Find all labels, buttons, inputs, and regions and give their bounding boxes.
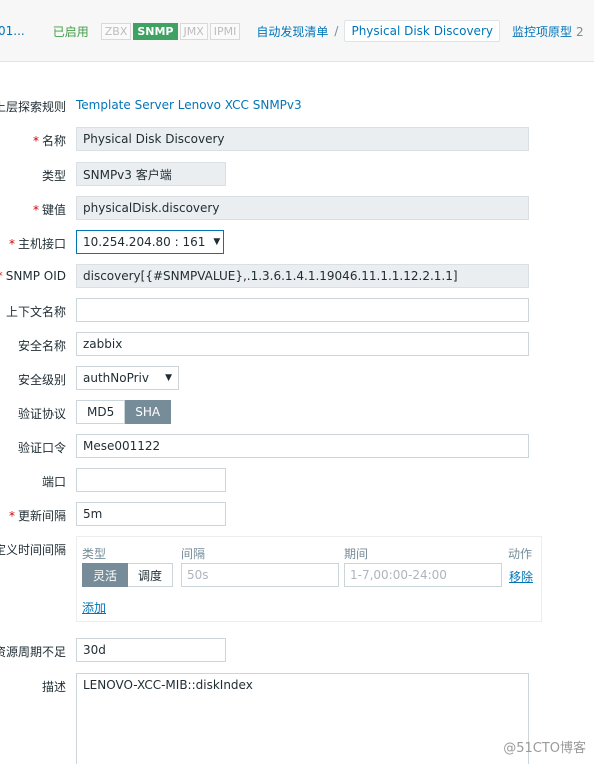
- type-field[interactable]: SNMPv3 客户端: [76, 162, 226, 186]
- port-input[interactable]: [76, 468, 226, 492]
- item-prototypes-label: 监控项原型: [511, 24, 572, 39]
- required-marker: *: [32, 134, 39, 148]
- name-label: * 名称: [33, 132, 66, 149]
- update-interval-label: * 更新间隔: [9, 507, 66, 524]
- security-name-input[interactable]: zabbix: [76, 332, 529, 356]
- context-name-label: 上下文名称: [5, 305, 66, 319]
- row-auth-protocol: 验证协议 MD5 SHA: [0, 400, 594, 426]
- snmp-oid-label: *SNMP OID: [0, 269, 66, 283]
- parent-rule-link[interactable]: Template Server Lenovo XCC SNMPv3: [76, 98, 302, 112]
- key-field[interactable]: physicalDisk.discovery: [76, 196, 529, 220]
- auth-passphrase-label: 验证口令: [17, 441, 66, 455]
- row-snmp-oid: *SNMP OID discovery[{#SNMPVALUE},.1.3.6.…: [0, 264, 594, 290]
- auth-protocol-radio-group: MD5 SHA: [76, 400, 172, 424]
- tag-zbx: ZBX: [100, 22, 132, 40]
- row-type: 类型 SNMPv3 客户端: [0, 162, 594, 188]
- item-prototypes-count: 2: [576, 24, 584, 39]
- header-type: 类型: [82, 547, 107, 561]
- update-interval-input[interactable]: 5m: [76, 502, 226, 526]
- row-context-name: 上下文名称: [0, 298, 594, 324]
- host-link[interactable]: 01...: [0, 24, 25, 38]
- status-enabled-link[interactable]: 已启用: [53, 23, 89, 40]
- description-label: 描述: [41, 680, 66, 694]
- port-label: 端口: [41, 475, 66, 489]
- auth-protocol-sha[interactable]: SHA: [125, 400, 172, 424]
- keep-lost-label: 资源周期不足: [0, 645, 66, 659]
- watermark: @51CTO博客: [503, 741, 586, 756]
- type-label: 类型: [41, 169, 66, 183]
- header-period: 期间: [344, 547, 369, 561]
- key-label-text: 键值: [41, 203, 66, 217]
- key-label: * 键值: [33, 201, 66, 218]
- tag-snmp: SNMP: [133, 22, 178, 40]
- breadcrumb-bar: 01... 已启用 ZBX SNMP JMX IPMI 自动发现清单 / Phy…: [0, 0, 594, 62]
- description-textarea[interactable]: LENOVO-XCC-MIB::diskIndex: [76, 673, 529, 764]
- auth-passphrase-input[interactable]: Mese001122: [76, 434, 529, 458]
- security-name-label: 安全名称: [17, 339, 66, 353]
- host-interface-value: 10.254.204.80 : 161: [83, 235, 206, 249]
- caret-down-icon: ▼: [213, 237, 221, 247]
- host-interface-label: * 主机接口: [9, 235, 66, 252]
- required-marker: *: [0, 269, 3, 283]
- row-auth-passphrase: 验证口令 Mese001122: [0, 434, 594, 460]
- keep-lost-input[interactable]: 30d: [76, 638, 226, 662]
- row-keep-lost: 资源周期不足 30d: [0, 638, 594, 664]
- row-port: 端口: [0, 468, 594, 494]
- auth-protocol-md5[interactable]: MD5: [76, 400, 126, 424]
- row-parent-rule: 上层探索规则 Template Server Lenovo XCC SNMPv3: [0, 97, 594, 115]
- header-action: 动作: [508, 547, 533, 561]
- row-security-name: 安全名称 zabbix: [0, 332, 594, 358]
- update-interval-label-text: 更新间隔: [17, 509, 66, 523]
- security-level-label: 安全级别: [17, 373, 66, 387]
- interface-tags: ZBX SNMP JMX IPMI: [100, 22, 243, 40]
- add-interval-link[interactable]: 添加: [82, 599, 106, 616]
- name-label-text: 名称: [41, 134, 66, 148]
- host-interface-select[interactable]: 10.254.204.80 : 161 ▼: [76, 230, 224, 254]
- item-prototypes-link[interactable]: 监控项原型 2: [512, 23, 584, 40]
- discovery-list-link[interactable]: 自动发现清单: [256, 23, 328, 40]
- snmp-oid-field[interactable]: discovery[{#SNMPVALUE},.1.3.6.1.4.1.1904…: [76, 264, 529, 288]
- row-security-level: 安全级别 authNoPriv ▼: [0, 366, 594, 392]
- parent-rule-label: 上层探索规则: [0, 100, 66, 114]
- auth-protocol-label: 验证协议: [17, 407, 66, 421]
- required-marker: *: [8, 237, 15, 251]
- period-input[interactable]: 1-7,00:00-24:00: [344, 563, 502, 587]
- row-name: * 名称 Physical Disk Discovery: [0, 127, 594, 153]
- breadcrumb: 01... 已启用 ZBX SNMP JMX IPMI 自动发现清单 / Phy…: [0, 20, 594, 42]
- interval-input[interactable]: 50s: [181, 563, 339, 587]
- row-key: * 键值 physicalDisk.discovery: [0, 196, 594, 222]
- breadcrumb-separator: /: [334, 24, 339, 38]
- required-marker: *: [8, 509, 15, 523]
- header-interval: 间隔: [181, 547, 206, 561]
- tag-ipmi: IPMI: [209, 22, 241, 40]
- interval-type-radio-group: 灵活 调度: [82, 563, 174, 587]
- host-interface-label-text: 主机接口: [17, 237, 66, 251]
- row-update-interval: * 更新间隔 5m: [0, 502, 594, 528]
- row-host-interface: * 主机接口 10.254.204.80 : 161 ▼: [0, 230, 594, 256]
- custom-intervals-table: 类型 间隔 期间 动作 灵活 调度 50s 1-7,00:00-24:00 移除…: [76, 536, 542, 622]
- context-name-input[interactable]: [76, 298, 529, 322]
- custom-intervals-label: 定义时间间隔: [0, 543, 66, 557]
- row-custom-intervals: 定义时间间隔 类型 间隔 期间 动作 灵活 调度 50s 1-7,00:00-2…: [0, 536, 594, 626]
- security-level-value: authNoPriv: [83, 371, 149, 385]
- name-field[interactable]: Physical Disk Discovery: [76, 127, 529, 151]
- remove-interval-link[interactable]: 移除: [509, 568, 533, 585]
- tag-jmx: JMX: [179, 22, 208, 40]
- required-marker: *: [32, 203, 39, 217]
- snmp-oid-label-text: SNMP OID: [5, 269, 66, 283]
- caret-down-icon: ▼: [165, 373, 172, 383]
- interval-type-flexible[interactable]: 灵活: [82, 563, 129, 587]
- security-level-select[interactable]: authNoPriv ▼: [76, 366, 179, 390]
- interval-type-scheduling[interactable]: 调度: [128, 563, 174, 587]
- current-rule-tab[interactable]: Physical Disk Discovery: [344, 20, 500, 42]
